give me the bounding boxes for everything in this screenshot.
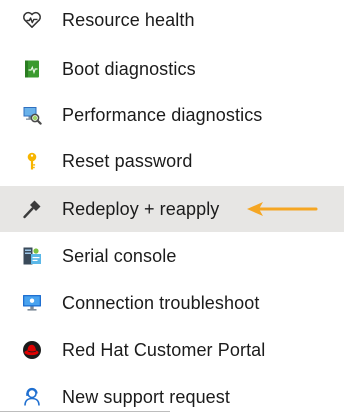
serial-console-icon [22,246,42,266]
menu-item-label: Serial console [62,245,177,266]
menu-item-new-support-request[interactable]: New support request [0,374,344,413]
menu-item-label: Performance diagnostics [62,104,263,125]
troubleshooting-menu: Resource health Boot diagnostics Perform… [0,0,344,413]
menu-item-performance-diagnostics[interactable]: Performance diagnostics [0,92,344,138]
menu-item-boot-diagnostics[interactable]: Boot diagnostics [0,46,344,92]
annotation-arrow-icon [247,202,318,216]
key-icon [22,151,42,171]
red-hat-icon [22,340,42,360]
menu-item-label: Resource health [62,9,195,30]
menu-item-red-hat-customer-portal[interactable]: Red Hat Customer Portal [0,327,344,373]
heart-pulse-icon [22,10,42,30]
support-person-icon [22,387,42,407]
menu-item-reset-password[interactable]: Reset password [0,138,344,184]
menu-item-connection-troubleshoot[interactable]: Connection troubleshoot [0,280,344,326]
menu-item-label: Connection troubleshoot [62,292,260,313]
menu-item-serial-console[interactable]: Serial console [0,233,344,279]
menu-item-label: Redeploy + reapply [62,198,220,219]
menu-item-label: Reset password [62,150,193,171]
performance-diagnostics-icon [22,105,42,125]
hammer-icon [22,199,42,219]
connection-troubleshoot-icon [22,293,42,313]
menu-item-resource-health[interactable]: Resource health [0,0,344,43]
menu-item-label: New support request [62,386,230,407]
menu-item-label: Red Hat Customer Portal [62,339,266,360]
divider [0,411,170,412]
menu-item-label: Boot diagnostics [62,58,196,79]
boot-diagnostics-icon [22,59,42,79]
